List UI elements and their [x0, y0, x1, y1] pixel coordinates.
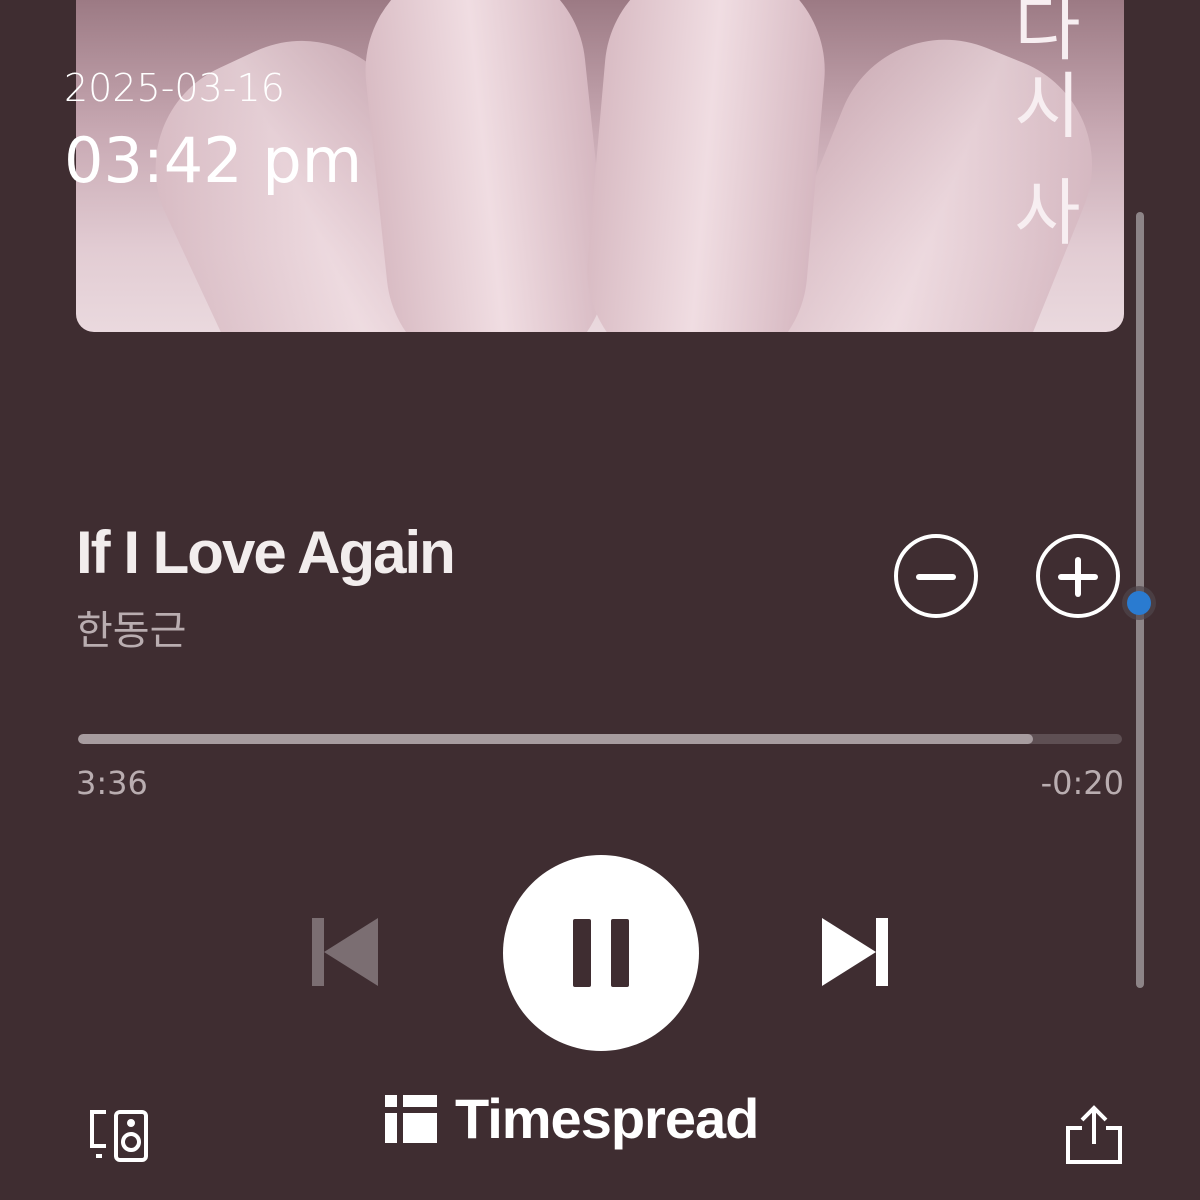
album-cover-text: 다시 사: [999, 0, 1083, 253]
skip-previous-icon: [312, 918, 378, 986]
skip-next-icon: [822, 918, 888, 986]
watermark-text: Timespread: [455, 1087, 759, 1150]
share-button[interactable]: [1064, 1104, 1124, 1166]
artwork-shape: [578, 0, 834, 332]
plus-circle-button[interactable]: [1036, 534, 1120, 618]
track-title: If I Love Again: [76, 519, 456, 586]
progress-fill: [78, 734, 1034, 744]
minus-circle-button[interactable]: [894, 534, 978, 618]
date-label: 2025-03-16: [64, 66, 285, 110]
elapsed-time: 3:36: [76, 764, 148, 802]
skip-next-button[interactable]: [822, 916, 888, 988]
skip-previous-button[interactable]: [312, 916, 378, 988]
devices-button[interactable]: [86, 1108, 150, 1164]
remaining-time: -0:20: [1040, 764, 1124, 802]
minus-circle-icon: [916, 574, 956, 580]
timespread-logo-icon: [385, 1094, 437, 1143]
track-artist[interactable]: 한동근: [76, 598, 186, 656]
pause-button[interactable]: [503, 855, 699, 1051]
devices-icon: [90, 1110, 148, 1162]
pointer-cursor: [1122, 586, 1156, 620]
time-label: 03:42 pm: [64, 124, 363, 197]
artwork-shape: [354, 0, 618, 332]
watermark: Timespread: [385, 1086, 759, 1151]
pause-icon: [573, 919, 591, 987]
share-icon: [1066, 1105, 1122, 1164]
plus-circle-icon-vertical: [1075, 557, 1081, 597]
pause-icon-bar: [611, 919, 629, 987]
progress-bar[interactable]: [78, 734, 1122, 744]
